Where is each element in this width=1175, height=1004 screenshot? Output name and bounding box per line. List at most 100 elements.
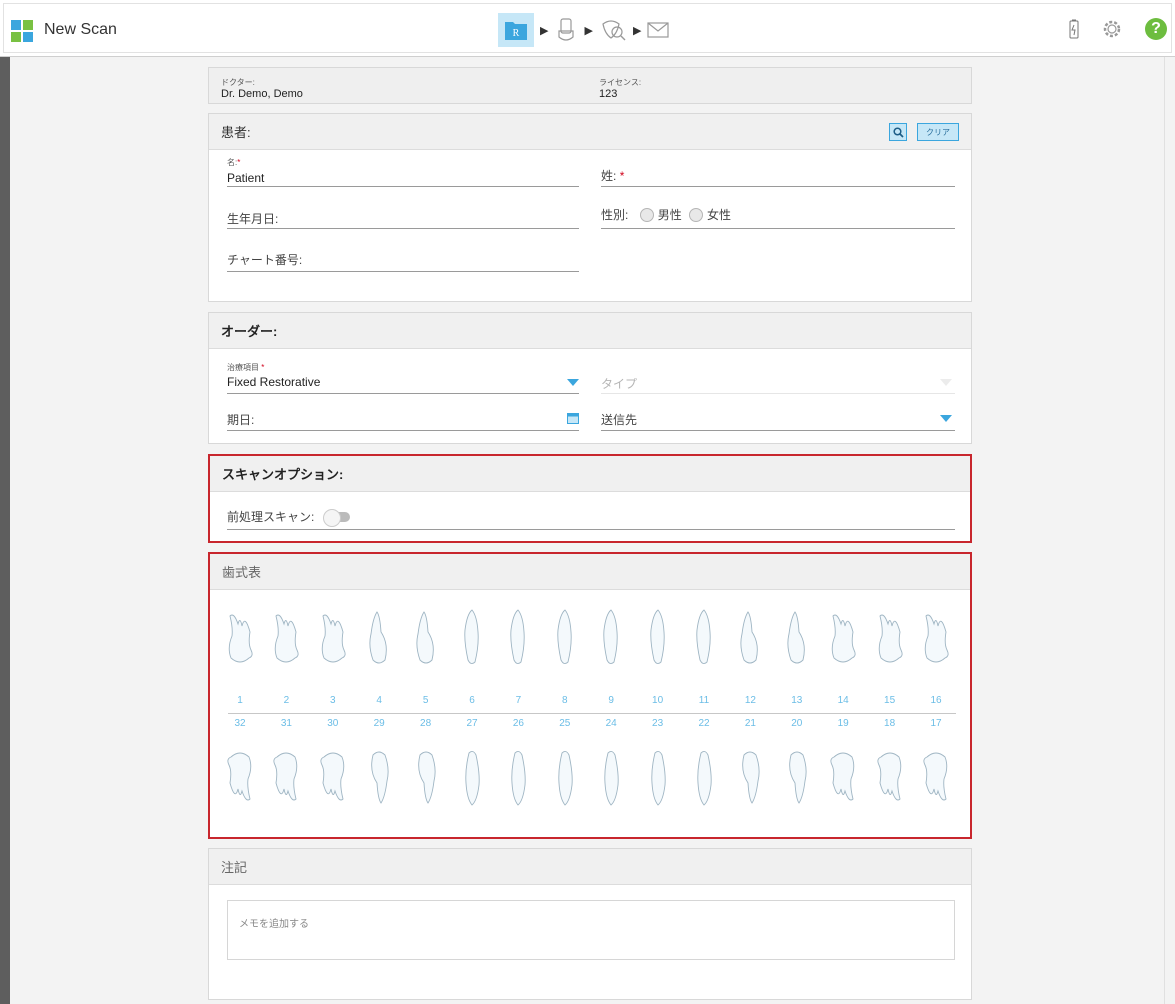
lower-tooth-number[interactable]: 26 (503, 718, 533, 729)
notes-header: 注記 (209, 849, 971, 885)
lower-tooth-31[interactable] (271, 749, 301, 814)
upper-tooth-9[interactable] (596, 606, 626, 671)
chart-number-label: チャート番号: (227, 253, 303, 267)
upper-tooth-3[interactable] (318, 606, 348, 671)
lower-tooth-number[interactable]: 20 (782, 718, 812, 729)
lower-tooth-30[interactable] (318, 749, 348, 814)
app-logo-icon (11, 20, 33, 42)
upper-tooth-number[interactable]: 14 (828, 695, 858, 706)
upper-tooth-5[interactable] (411, 606, 441, 671)
upper-tooth-10[interactable] (643, 606, 673, 671)
lower-tooth-number[interactable]: 25 (550, 718, 580, 729)
battery-icon (1069, 19, 1079, 39)
lower-tooth-25[interactable] (550, 749, 580, 814)
send-to-select[interactable]: 送信先 (601, 403, 955, 431)
lower-tooth-number[interactable]: 28 (411, 718, 441, 729)
upper-tooth-number[interactable]: 11 (689, 695, 719, 706)
help-icon[interactable]: ? (1145, 18, 1167, 40)
upper-tooth-number[interactable]: 4 (364, 695, 394, 706)
lower-tooth-number[interactable]: 23 (643, 718, 673, 729)
upper-tooth-8[interactable] (550, 606, 580, 671)
arch-divider (228, 713, 956, 714)
procedure-value: Fixed Restorative (227, 375, 321, 389)
scrollbar[interactable] (1164, 57, 1175, 1004)
lower-tooth-29[interactable] (364, 749, 394, 814)
upper-tooth-number[interactable]: 8 (550, 695, 580, 706)
upper-tooth-number[interactable]: 1 (225, 695, 255, 706)
scan-options-title: スキャンオプション: (222, 467, 344, 482)
lower-tooth-number[interactable]: 24 (596, 718, 626, 729)
send-step-icon[interactable] (647, 22, 670, 38)
procedure-select[interactable]: 治療項目 * Fixed Restorative (227, 357, 579, 394)
upper-tooth-number[interactable]: 12 (735, 695, 765, 706)
upper-tooth-number[interactable]: 7 (503, 695, 533, 706)
lower-tooth-22[interactable] (689, 749, 719, 814)
scan-options-header: スキャンオプション: (210, 456, 970, 492)
upper-tooth-number[interactable]: 2 (271, 695, 301, 706)
upper-tooth-number[interactable]: 13 (782, 695, 812, 706)
lower-tooth-17[interactable] (921, 749, 951, 814)
upper-tooth-number[interactable]: 10 (643, 695, 673, 706)
upper-tooth-15[interactable] (875, 606, 905, 671)
lower-tooth-26[interactable] (503, 749, 533, 814)
upper-tooth-6[interactable] (457, 606, 487, 671)
upper-tooth-11[interactable] (689, 606, 719, 671)
upper-tooth-13[interactable] (782, 606, 812, 671)
order-header-title: オーダー: (221, 324, 278, 339)
lower-tooth-number[interactable]: 32 (225, 718, 255, 729)
upper-tooth-number[interactable]: 5 (411, 695, 441, 706)
lower-tooth-20[interactable] (782, 749, 812, 814)
scan-step-icon[interactable] (554, 17, 578, 43)
rx-step-button[interactable]: R (498, 13, 534, 47)
lower-tooth-number[interactable]: 17 (921, 718, 951, 729)
view-step-icon[interactable] (599, 18, 627, 42)
upper-tooth-number[interactable]: 3 (318, 695, 348, 706)
lower-tooth-number[interactable]: 22 (689, 718, 719, 729)
lower-tooth-number[interactable]: 29 (364, 718, 394, 729)
notes-textarea[interactable]: メモを追加する (227, 900, 955, 960)
chevron-down-icon (567, 379, 579, 386)
patient-search-button[interactable] (889, 123, 907, 141)
lower-tooth-18[interactable] (875, 749, 905, 814)
lower-tooth-number[interactable]: 31 (271, 718, 301, 729)
lower-tooth-19[interactable] (828, 749, 858, 814)
due-date-field[interactable]: 期日: (227, 403, 579, 431)
tooth-chart-title: 歯式表 (222, 565, 262, 580)
clear-button[interactable]: クリア (917, 123, 959, 141)
lower-tooth-32[interactable] (225, 749, 255, 814)
lower-tooth-number[interactable]: 30 (318, 718, 348, 729)
type-select: タイプ (601, 357, 955, 394)
upper-tooth-4[interactable] (364, 606, 394, 671)
lower-tooth-23[interactable] (643, 749, 673, 814)
chart-number-field[interactable]: チャート番号: (227, 239, 579, 272)
first-name-field[interactable]: 名:* Patient (227, 154, 579, 187)
calendar-icon[interactable] (567, 413, 579, 424)
gender-male-radio[interactable] (639, 208, 654, 222)
lower-tooth-number[interactable]: 21 (735, 718, 765, 729)
upper-tooth-12[interactable] (735, 606, 765, 671)
upper-tooth-14[interactable] (828, 606, 858, 671)
lower-tooth-27[interactable] (457, 749, 487, 814)
upper-tooth-number[interactable]: 9 (596, 695, 626, 706)
prep-scan-toggle[interactable] (322, 509, 350, 527)
gender-female-radio[interactable] (689, 208, 704, 222)
settings-gear-icon[interactable] (1101, 18, 1123, 40)
last-name-field[interactable]: 姓: * (601, 154, 955, 187)
lower-tooth-number[interactable]: 19 (828, 718, 858, 729)
patient-card: 患者: クリア 名:* Patient 姓: * 生年月日: 性別: 男性 女性… (208, 113, 972, 302)
lower-tooth-21[interactable] (735, 749, 765, 814)
upper-tooth-1[interactable] (225, 606, 255, 671)
license-label: ライセンス: (599, 78, 642, 87)
lower-tooth-number[interactable]: 27 (457, 718, 487, 729)
lower-tooth-number[interactable]: 18 (875, 718, 905, 729)
upper-tooth-number[interactable]: 15 (875, 695, 905, 706)
upper-tooth-number[interactable]: 16 (921, 695, 951, 706)
lower-tooth-28[interactable] (411, 749, 441, 814)
upper-tooth-7[interactable] (503, 606, 533, 671)
birth-date-field[interactable]: 生年月日: (227, 196, 579, 229)
lower-tooth-24[interactable] (596, 749, 626, 814)
upper-tooth-16[interactable] (921, 606, 951, 671)
upper-tooth-number[interactable]: 6 (457, 695, 487, 706)
upper-tooth-2[interactable] (271, 606, 301, 671)
order-card: オーダー: 治療項目 * Fixed Restorative タイプ 期日: 送… (208, 312, 972, 444)
